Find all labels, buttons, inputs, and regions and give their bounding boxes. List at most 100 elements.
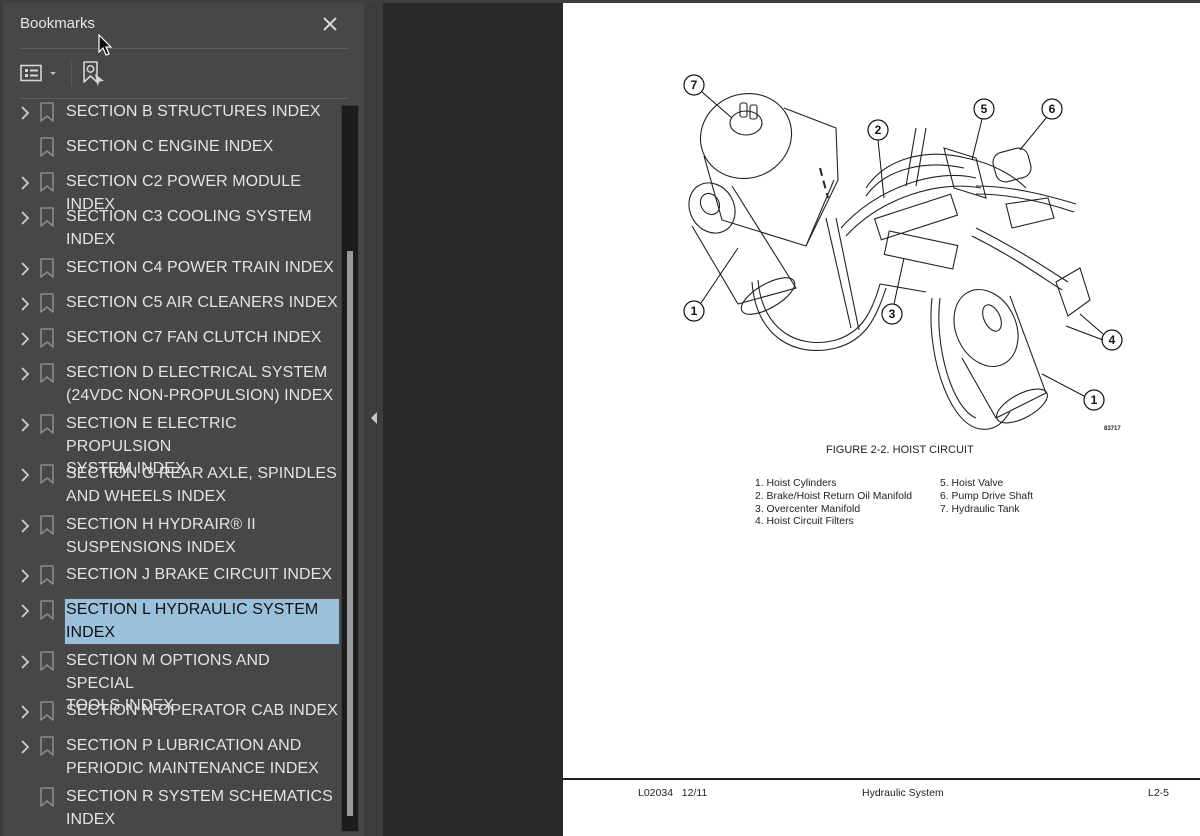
svg-text:4: 4 xyxy=(1109,333,1116,347)
figure-legend-column-1: 1. Hoist Cylinders 2. Brake/Hoist Return … xyxy=(755,478,912,529)
pump-drive-shaft xyxy=(992,147,1032,183)
bookmark-label[interactable]: SECTION C ENGINE INDEX xyxy=(65,136,339,159)
bookmark-label-line: SECTION C ENGINE INDEX xyxy=(66,138,274,155)
bookmark-label-line: SECTION J BRAKE CIRCUIT INDEX xyxy=(66,566,333,583)
expand-chevron-icon[interactable] xyxy=(18,260,32,278)
bookmark-icon xyxy=(39,736,55,756)
bookmark-label[interactable]: SECTION R SYSTEM SCHEMATICS INDEX xyxy=(65,786,339,831)
panel-title: Bookmarks xyxy=(20,15,96,32)
bookmark-icon xyxy=(39,102,55,122)
options-dropdown-button[interactable] xyxy=(20,60,62,86)
bookmark-label[interactable]: SECTION B STRUCTURES INDEX xyxy=(65,101,339,124)
chevron-down-icon xyxy=(50,72,56,75)
expand-chevron-icon[interactable] xyxy=(18,567,32,585)
expand-chevron-icon[interactable] xyxy=(18,104,32,122)
callout-4: 4 xyxy=(1065,313,1123,351)
expand-chevron-icon[interactable] xyxy=(18,174,32,192)
legend-entry: 6. Pump Drive Shaft xyxy=(940,490,1033,502)
expand-chevron-icon[interactable] xyxy=(18,653,32,671)
legend-entry: 5. Hoist Valve xyxy=(940,478,1004,489)
bookmark-label[interactable]: SECTION G REAR AXLE, SPINDLES AND WHEELS … xyxy=(65,463,339,508)
bookmark-label[interactable]: SECTION C7 FAN CLUTCH INDEX xyxy=(65,327,339,350)
bookmark-label-line: SECTION D ELECTRICAL SYSTEM xyxy=(66,364,328,381)
scrollbar-thumb[interactable] xyxy=(347,251,353,816)
callout-1-right: 1 xyxy=(1041,373,1105,411)
hoist-cylinder-right-end xyxy=(953,289,1019,367)
bookmark-label-line: SECTION N OPERATOR CAB INDEX xyxy=(66,702,338,719)
bookmark-label-line: SECTION P LUBRICATION AND xyxy=(66,737,302,754)
bookmark-label[interactable]: SECTION C4 POWER TRAIN INDEX xyxy=(65,257,339,280)
bookmark-label[interactable]: SECTION P LUBRICATION AND PERIODIC MAINTE… xyxy=(65,735,339,780)
toolbar-separator xyxy=(71,62,72,86)
expand-chevron-icon[interactable] xyxy=(18,416,32,434)
expand-chevron-icon[interactable] xyxy=(18,365,32,383)
find-current-bookmark-icon xyxy=(83,61,104,86)
hydraulic-tank-top xyxy=(699,92,793,180)
collapse-panel-button[interactable] xyxy=(369,410,379,426)
bookmark-icon xyxy=(39,137,55,157)
bookmark-icon xyxy=(39,651,55,671)
expand-chevron-icon[interactable] xyxy=(18,466,32,484)
expand-chevron-icon[interactable] xyxy=(18,602,32,620)
bookmark-label-line: (24VDC NON-PROPULSION) INDEX xyxy=(66,386,334,404)
bookmark-label-line: SECTION R SYSTEM SCHEMATICS xyxy=(66,788,333,805)
bookmark-icon xyxy=(39,701,55,721)
bookmark-icon xyxy=(39,600,55,620)
footer-document-number: L02034 12/11 xyxy=(638,787,708,799)
bookmark-label[interactable]: SECTION C3 COOLING SYSTEM INDEX xyxy=(65,206,339,251)
expand-chevron-icon[interactable] xyxy=(18,738,32,756)
figure-caption: FIGURE 2-2. HOIST CIRCUIT xyxy=(826,444,974,456)
bookmark-label[interactable]: SECTION H HYDRAIR® II SUSPENSIONS INDEX xyxy=(65,514,339,559)
bookmark-label-line: SUSPENSIONS INDEX xyxy=(66,538,236,556)
legend-entry: 1. Hoist Cylinders xyxy=(755,478,837,489)
bookmark-label[interactable]: SECTION D ELECTRICAL SYSTEM (24VDC NON-PR… xyxy=(65,362,339,407)
expand-chevron-icon[interactable] xyxy=(18,517,32,535)
svg-text:1: 1 xyxy=(1091,393,1098,407)
footer-section-title: Hydraulic System xyxy=(862,787,944,799)
figure-legend-column-2: 5. Hoist Valve 6. Pump Drive Shaft 7. Hydr… xyxy=(940,478,1033,516)
bookmark-label-line: PERIODIC MAINTENANCE INDEX xyxy=(66,759,319,777)
bookmark-label-line: SECTION M OPTIONS AND SPECIAL xyxy=(66,652,270,692)
bookmark-label-line: INDEX xyxy=(66,810,116,828)
find-current-bookmark-button[interactable] xyxy=(80,60,106,88)
callout-6: 6 xyxy=(1019,98,1063,151)
expand-chevron-icon[interactable] xyxy=(18,209,32,227)
legend-entry: 3. Overcenter Manifold xyxy=(755,503,861,515)
bookmark-label[interactable]: SECTION J BRAKE CIRCUIT INDEX xyxy=(65,564,339,587)
bookmark-label-line: SECTION E ELECTRIC PROPULSION xyxy=(66,415,237,455)
expand-chevron-icon[interactable] xyxy=(18,330,32,348)
bookmark-label[interactable]: SECTION N OPERATOR CAB INDEX xyxy=(65,700,339,723)
bookmark-icon xyxy=(39,363,55,383)
legend-entry: 7. Hydraulic Tank xyxy=(940,503,1020,515)
bookmark-icon xyxy=(39,787,55,807)
legend-entry: 2. Brake/Hoist Return Oil Manifold xyxy=(755,490,913,502)
hoist-circuit-filters xyxy=(1055,267,1091,317)
bookmark-label[interactable]: SECTION C5 AIR CLEANERS INDEX xyxy=(65,292,339,315)
bookmark-label-line: SECTION L HYDRAULIC SYSTEM xyxy=(66,601,319,618)
bookmark-icon xyxy=(39,207,55,227)
bookmark-icon xyxy=(39,328,55,348)
bookmark-label-line: SECTION C7 FAN CLUTCH INDEX xyxy=(66,329,322,346)
bookmark-label-line: SECTION G REAR AXLE, SPINDLES xyxy=(66,465,337,482)
list-options-icon xyxy=(20,64,42,82)
svg-text:5: 5 xyxy=(981,102,988,116)
figure-callouts: 7 2 5 6 1 3 4 1 xyxy=(683,74,1123,411)
bookmarks-panel: Bookmarks SECTION B STRUCTURES INDEX SEC… xyxy=(0,3,363,836)
bookmark-icon xyxy=(39,258,55,278)
bookmark-icon xyxy=(39,172,55,192)
bookmark-label-selected[interactable]: SECTION L HYDRAULIC SYSTEM INDEX xyxy=(64,598,340,645)
figure-id: 83717 xyxy=(1104,426,1121,432)
hydraulic-tank-body xyxy=(703,155,835,247)
close-panel-button[interactable] xyxy=(319,13,341,35)
bookmark-icon xyxy=(39,464,55,484)
divider xyxy=(20,48,349,49)
bookmark-label-line: INDEX xyxy=(66,230,116,248)
bookmark-label-line: AND WHEELS INDEX xyxy=(66,487,226,505)
bookmark-label-line: SECTION H HYDRAIR® II xyxy=(66,516,256,533)
footer-page-number: L2-5 xyxy=(1148,787,1170,799)
bookmark-label-line: SECTION C3 COOLING SYSTEM xyxy=(66,208,312,225)
bookmark-label-line: INDEX xyxy=(66,623,116,641)
bookmark-list: SECTION B STRUCTURES INDEX SECTION C ENGI… xyxy=(3,99,343,836)
expand-chevron-icon[interactable] xyxy=(18,703,32,721)
expand-chevron-icon[interactable] xyxy=(18,295,32,313)
